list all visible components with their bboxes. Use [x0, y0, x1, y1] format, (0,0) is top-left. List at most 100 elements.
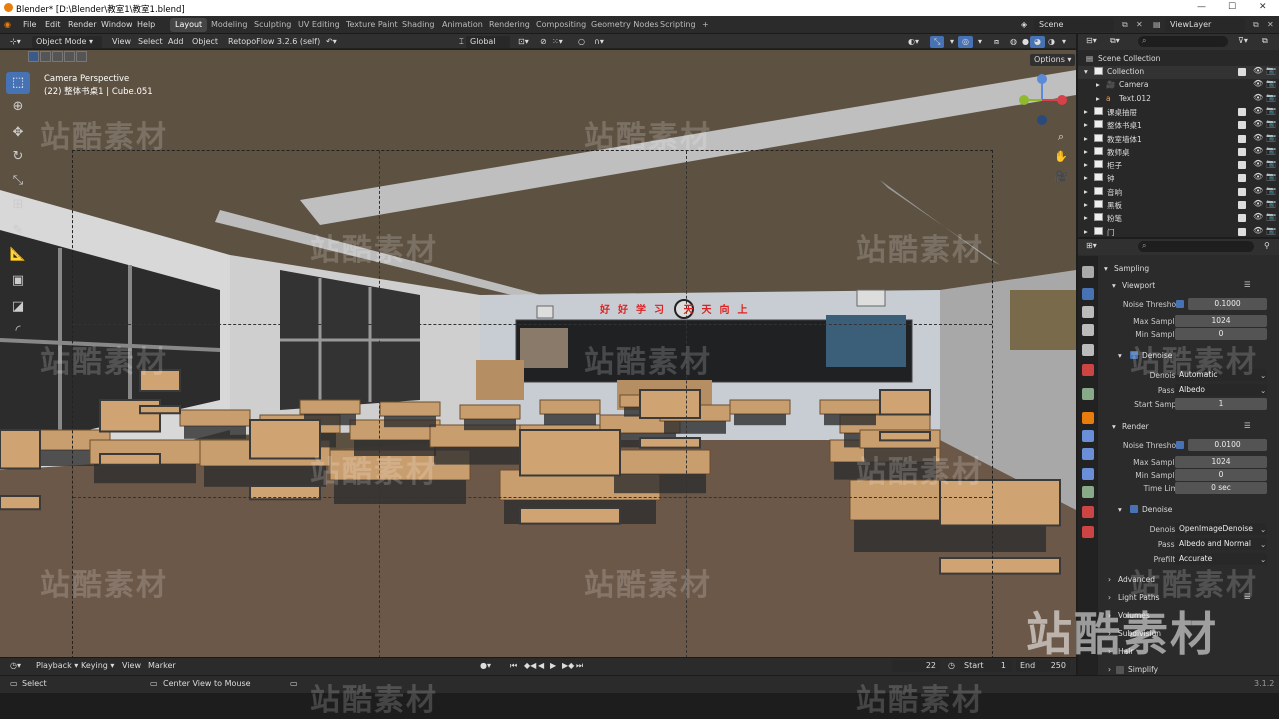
- render-camera-icon[interactable]: 📷: [1266, 159, 1276, 168]
- minimize-icon[interactable]: —: [1197, 2, 1206, 12]
- menu-add[interactable]: Add: [164, 36, 188, 48]
- close-icon[interactable]: ✕: [1259, 2, 1267, 12]
- mode-selector[interactable]: Object Mode ▾: [32, 36, 102, 48]
- modifier-tab-icon[interactable]: [1082, 430, 1094, 442]
- tab-rendering[interactable]: Rendering: [484, 18, 535, 32]
- menu-timeline-view[interactable]: View: [118, 660, 145, 672]
- expand-arrow-icon[interactable]: ▸: [1084, 160, 1088, 169]
- cursor-tool-icon[interactable]: ⊕: [6, 96, 30, 118]
- exclude-checkbox[interactable]: [1238, 174, 1246, 183]
- outliner-row-blackboard[interactable]: ▸ 黑板 👁 📷: [1078, 199, 1279, 212]
- render-camera-icon[interactable]: 📷: [1266, 186, 1276, 195]
- move-tool-icon[interactable]: ✥: [6, 122, 30, 144]
- render-camera-icon[interactable]: 📷: [1266, 79, 1276, 88]
- exclude-checkbox[interactable]: [1238, 227, 1246, 236]
- eye-icon[interactable]: 👁: [1253, 106, 1263, 115]
- number-field[interactable]: 0 sec: [1175, 482, 1267, 494]
- eye-icon[interactable]: 👁: [1253, 212, 1263, 221]
- eye-icon[interactable]: 👁: [1253, 93, 1263, 102]
- render-camera-icon[interactable]: 📷: [1266, 146, 1276, 155]
- expand-arrow-icon[interactable]: ▸: [1096, 94, 1100, 103]
- expand-arrow-icon[interactable]: ▸: [1084, 120, 1088, 129]
- jump-start-icon[interactable]: ⏮: [506, 660, 521, 672]
- simplify-checkbox[interactable]: [1116, 666, 1124, 674]
- outliner-row-scene-collection[interactable]: ▤ Scene Collection: [1078, 53, 1279, 66]
- eye-icon[interactable]: 👁: [1253, 133, 1263, 142]
- menu-retopoflow[interactable]: RetopoFlow 3.2.6 (self): [224, 36, 324, 48]
- overlay-toggle-icon[interactable]: ◎: [958, 36, 973, 48]
- select-subtract-icon[interactable]: [52, 51, 63, 62]
- outliner-row-chalk[interactable]: ▸ 粉笔 👁 📷: [1078, 212, 1279, 225]
- exclude-checkbox[interactable]: [1238, 214, 1246, 223]
- render-camera-icon[interactable]: 📷: [1266, 226, 1276, 235]
- current-frame-field[interactable]: 22: [892, 660, 940, 672]
- properties-editor-icon[interactable]: ⊞▾: [1086, 241, 1097, 250]
- outliner-row-clock[interactable]: ▸ 钟 👁 📷: [1078, 172, 1279, 185]
- physics-tab-icon[interactable]: [1082, 468, 1094, 480]
- tab-layout[interactable]: Layout: [170, 18, 208, 32]
- select-intersect-icon[interactable]: [76, 51, 87, 62]
- editor-type-icon[interactable]: ⊹▾: [6, 36, 25, 48]
- eye-icon[interactable]: 👁: [1253, 79, 1263, 88]
- dropdown-field[interactable]: Albedo and Normal: [1175, 538, 1267, 550]
- outliner-row-collection[interactable]: ▾ Collection 👁 📷: [1078, 66, 1279, 79]
- noise-threshold-checkbox[interactable]: [1176, 441, 1184, 449]
- r-noise-threshold[interactable]: Noise Threshold 0.0100: [1098, 439, 1279, 453]
- tool-tab-icon[interactable]: [1082, 266, 1094, 278]
- scale-tool-icon[interactable]: ⤡: [6, 170, 30, 192]
- expand-arrow-icon[interactable]: ▸: [1096, 80, 1100, 89]
- start-frame-field[interactable]: Start 1: [960, 660, 1012, 672]
- properties-search-input[interactable]: ⌕: [1138, 241, 1254, 252]
- exclude-checkbox[interactable]: [1238, 68, 1246, 76]
- scene-selector[interactable]: Scene: [1034, 18, 1114, 32]
- menu-object[interactable]: Object: [188, 36, 222, 48]
- expand-arrow-icon[interactable]: ▸: [1084, 187, 1088, 196]
- noise-threshold-checkbox[interactable]: [1176, 300, 1184, 308]
- preview-range-icon[interactable]: ◷: [944, 660, 959, 672]
- number-field[interactable]: 1: [1175, 398, 1267, 410]
- render-camera-icon[interactable]: 📷: [1266, 66, 1276, 75]
- outliner-row-desk-drawer[interactable]: ▸ 课桌抽屉 👁 📷: [1078, 106, 1279, 119]
- number-field[interactable]: 0.0100: [1188, 439, 1267, 451]
- menu-help[interactable]: Help: [137, 20, 155, 29]
- expand-arrow-icon[interactable]: ▸: [1084, 173, 1088, 182]
- expand-arrow-icon[interactable]: ▾: [1084, 67, 1088, 76]
- render-camera-icon[interactable]: 📷: [1266, 93, 1276, 102]
- shading-dropdown-icon[interactable]: ▾: [1058, 36, 1070, 48]
- render-subsection[interactable]: ▾ Render ☰: [1098, 420, 1279, 434]
- select-invert-icon[interactable]: [64, 51, 75, 62]
- eye-icon[interactable]: 👁: [1253, 226, 1263, 235]
- menu-playback[interactable]: Playback ▾: [32, 660, 82, 672]
- proportional-edit-icon[interactable]: ○: [574, 36, 589, 48]
- tab-modeling[interactable]: Modeling: [206, 18, 252, 32]
- transform-tool-icon[interactable]: ⊞: [6, 194, 30, 216]
- filter-icon[interactable]: ⊽▾: [1238, 36, 1248, 45]
- denoise-checkbox[interactable]: [1130, 505, 1138, 513]
- render-camera-icon[interactable]: 📷: [1266, 172, 1276, 181]
- render-camera-icon[interactable]: 📷: [1266, 212, 1276, 221]
- annotate-tool-icon[interactable]: ✎: [6, 220, 30, 242]
- navigation-gizmo[interactable]: [1018, 72, 1068, 132]
- delete-scene-icon[interactable]: ✕: [1131, 18, 1148, 32]
- r-time-limit[interactable]: Time Limit 0 sec: [1098, 482, 1279, 496]
- material-tab-icon[interactable]: [1082, 526, 1094, 538]
- collection-tab-icon[interactable]: [1082, 388, 1094, 400]
- tab-shading[interactable]: Shading: [397, 18, 440, 32]
- outliner-row-teacher-desk[interactable]: ▸ 教师桌 👁 📷: [1078, 146, 1279, 159]
- curve-tool-icon[interactable]: ◜: [6, 320, 30, 342]
- menu-render[interactable]: Render: [68, 20, 96, 29]
- new-collection-icon[interactable]: ⧉: [1262, 36, 1268, 46]
- expand-arrow-icon[interactable]: ▸: [1084, 134, 1088, 143]
- constraints-tab-icon[interactable]: [1082, 486, 1094, 498]
- presets-menu-icon[interactable]: ☰: [1244, 280, 1251, 289]
- eye-icon[interactable]: 👁: [1253, 199, 1263, 208]
- menu-marker[interactable]: Marker: [144, 660, 180, 672]
- outliner-row-desk-set[interactable]: ▸ 整体书桌1 👁 📷: [1078, 119, 1279, 132]
- view-layer-icon[interactable]: ▤: [1148, 18, 1166, 32]
- r-min-samples[interactable]: Min Samples 0: [1098, 469, 1279, 483]
- r-denoise-toggle[interactable]: ▾ Denoise: [1098, 503, 1279, 517]
- record-icon[interactable]: ●▾: [476, 660, 495, 672]
- render-camera-icon[interactable]: 📷: [1266, 119, 1276, 128]
- vp-start-sample[interactable]: Start Sample 1: [1098, 398, 1279, 412]
- visibility-icon[interactable]: ◐▾: [904, 36, 923, 48]
